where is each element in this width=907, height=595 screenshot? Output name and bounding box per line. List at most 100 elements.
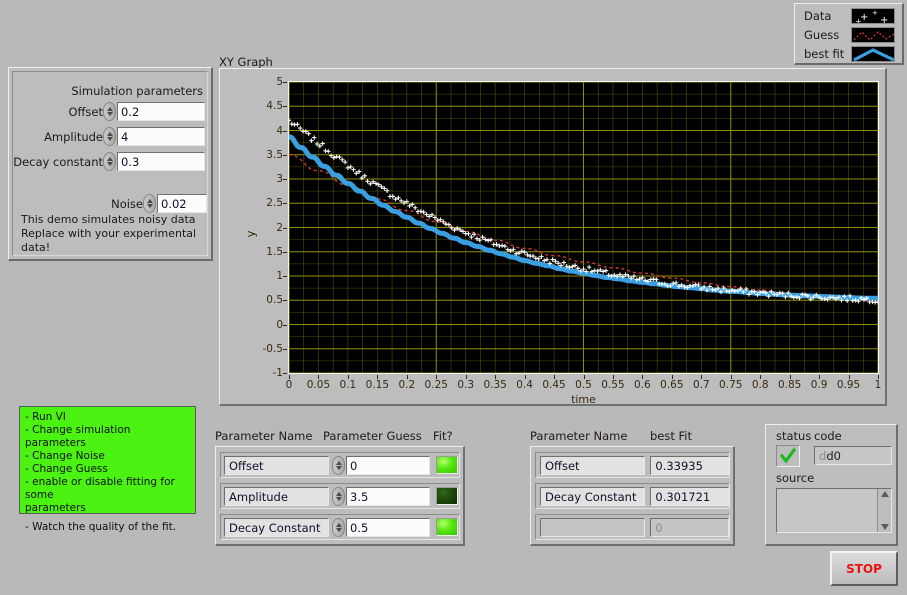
guess-increment-icon[interactable] bbox=[335, 460, 342, 465]
x-axis-label: time bbox=[571, 393, 596, 406]
plot-canvas bbox=[289, 82, 878, 373]
guess-decrement-icon[interactable] bbox=[335, 465, 342, 470]
x-tick-label: 0 bbox=[285, 379, 293, 391]
x-tick-mark bbox=[819, 375, 821, 379]
solid-line-sample-icon bbox=[853, 48, 894, 61]
status-indicator[interactable] bbox=[776, 445, 800, 467]
fit-table-row: Offset 0.33935 bbox=[535, 452, 730, 478]
guess-stepper[interactable] bbox=[332, 486, 345, 506]
noise-decrement-icon[interactable] bbox=[146, 204, 153, 208]
fit-parameter-name: Decay Constant bbox=[540, 486, 646, 506]
fit-enable-toggle[interactable] bbox=[436, 487, 458, 505]
guess-table-row[interactable]: Decay Constant 0.5 bbox=[220, 514, 460, 540]
noise-stepper[interactable] bbox=[143, 194, 156, 213]
amplitude-decrement-icon[interactable] bbox=[106, 137, 113, 141]
x-tick-mark bbox=[789, 375, 791, 379]
decay-constant-control-row[interactable]: Decay constant 0.3 bbox=[13, 151, 207, 172]
legend-row-bestfit[interactable]: best fit bbox=[799, 45, 898, 63]
guess-decrement-icon[interactable] bbox=[335, 496, 342, 501]
stop-button[interactable]: STOP bbox=[830, 551, 898, 586]
amplitude-increment-icon[interactable] bbox=[106, 132, 113, 136]
x-tick-mark bbox=[495, 375, 497, 379]
svg-text:+: + bbox=[880, 15, 888, 24]
x-tick-label: 0.75 bbox=[719, 379, 743, 391]
fit-table-headers: Parameter Name best Fit bbox=[530, 429, 730, 445]
offset-input[interactable]: 0.2 bbox=[117, 102, 205, 121]
fit-table-row: Decay Constant 0.301721 bbox=[535, 483, 730, 509]
dashed-line-sample-icon bbox=[853, 31, 894, 41]
guess-stepper[interactable] bbox=[332, 517, 345, 537]
svg-text:+: + bbox=[855, 17, 862, 24]
graph-legend[interactable]: Data + + + + Guess best fit bbox=[794, 3, 904, 65]
decay-constant-input[interactable]: 0.3 bbox=[117, 152, 205, 171]
status-label: status bbox=[776, 429, 812, 443]
guess-table-row[interactable]: Amplitude 3.5 bbox=[220, 483, 460, 509]
x-tick-mark bbox=[347, 375, 349, 379]
guess-table: Offset 0 Amplitude 3.5 Decay Constant 0.5 bbox=[215, 446, 465, 546]
offset-stepper[interactable] bbox=[103, 102, 116, 121]
instruction-line: parameters bbox=[25, 502, 86, 514]
y-tick-label: 0.5 bbox=[266, 294, 283, 307]
y-tick-mark bbox=[283, 227, 287, 229]
x-tick-label: 0.15 bbox=[365, 379, 390, 391]
plot-area[interactable] bbox=[288, 81, 879, 374]
fit-enable-toggle[interactable] bbox=[436, 456, 458, 474]
x-tick-mark bbox=[612, 375, 614, 379]
amplitude-input[interactable]: 4 bbox=[117, 127, 205, 146]
x-tick-mark bbox=[642, 375, 644, 379]
x-tick-label: 0.4 bbox=[516, 379, 533, 391]
amplitude-stepper[interactable] bbox=[103, 127, 116, 146]
legend-row-data[interactable]: Data + + + + bbox=[799, 7, 898, 25]
y-tick-label: 3.5 bbox=[266, 148, 283, 161]
guess-parameter-name-input[interactable]: Offset bbox=[224, 455, 329, 475]
guess-increment-icon[interactable] bbox=[335, 491, 342, 496]
x-tick-label: 0.95 bbox=[836, 379, 861, 391]
x-tick-mark bbox=[406, 375, 408, 379]
scroll-down-icon[interactable] bbox=[880, 524, 889, 530]
xy-graph-panel[interactable]: y 5 4.5 4 3.5 3 2.5 2 1.5 1 0.5 0 -0.5 -1 0 0.05 0.1 0.… bbox=[219, 68, 887, 406]
decay-constant-decrement-icon[interactable] bbox=[106, 162, 113, 166]
guess-parameter-name-input[interactable]: Amplitude bbox=[224, 486, 329, 506]
guess-table-row[interactable]: Offset 0 bbox=[220, 452, 460, 478]
legend-row-guess[interactable]: Guess bbox=[799, 26, 898, 44]
scroll-up-icon[interactable] bbox=[880, 491, 889, 497]
guess-header-name: Parameter Name bbox=[215, 429, 313, 443]
y-axis-label: y bbox=[243, 230, 258, 238]
noise-increment-icon[interactable] bbox=[146, 199, 153, 203]
decay-constant-increment-icon[interactable] bbox=[106, 157, 113, 161]
x-tick-label: 0.2 bbox=[398, 379, 416, 391]
offset-control-row[interactable]: Offset 0.2 bbox=[17, 101, 207, 122]
noise-input[interactable]: 0.02 bbox=[157, 194, 207, 213]
guess-stepper[interactable] bbox=[332, 455, 345, 475]
offset-increment-icon[interactable] bbox=[106, 107, 113, 111]
y-tick-label: -0.5 bbox=[262, 342, 284, 355]
legend-swatch-bestfit[interactable] bbox=[851, 46, 895, 62]
x-tick-label: 0.8 bbox=[751, 379, 769, 391]
y-tick-mark bbox=[283, 130, 287, 132]
instruction-line: - Change Noise bbox=[25, 450, 105, 462]
guess-value-input[interactable]: 0.5 bbox=[346, 517, 430, 537]
fit-parameter-value: 0.301721 bbox=[650, 486, 729, 506]
legend-swatch-guess[interactable] bbox=[851, 27, 895, 43]
fit-enable-toggle[interactable] bbox=[436, 518, 458, 536]
amplitude-control-row[interactable]: Amplitude 4 bbox=[17, 126, 207, 147]
error-source-value[interactable] bbox=[776, 488, 892, 533]
y-tick-mark bbox=[283, 203, 287, 205]
offset-decrement-icon[interactable] bbox=[106, 112, 113, 116]
guess-value-input[interactable]: 3.5 bbox=[346, 486, 430, 506]
x-tick-mark bbox=[554, 375, 556, 379]
fit-table: Offset 0.33935 Decay Constant 0.301721 0 bbox=[530, 446, 735, 546]
guess-value-input[interactable]: 0 bbox=[346, 455, 430, 475]
source-scrollbar[interactable] bbox=[877, 489, 891, 532]
legend-swatch-data[interactable]: + + + + bbox=[851, 8, 895, 24]
y-tick-mark bbox=[283, 179, 287, 180]
legend-label-guess: Guess bbox=[804, 28, 840, 42]
simulation-note: This demo simulates noisy data Replace w… bbox=[21, 213, 207, 255]
guess-decrement-icon[interactable] bbox=[335, 527, 342, 532]
guess-increment-icon[interactable] bbox=[335, 522, 342, 527]
decay-constant-stepper[interactable] bbox=[103, 152, 116, 171]
instructions-box: - Run VI - Change simulation parameters - … bbox=[19, 406, 196, 533]
noise-control-row[interactable]: Noise 0.02 bbox=[105, 193, 210, 214]
x-tick-label: 0.85 bbox=[777, 379, 802, 391]
guess-parameter-name-input[interactable]: Decay Constant bbox=[224, 517, 329, 537]
